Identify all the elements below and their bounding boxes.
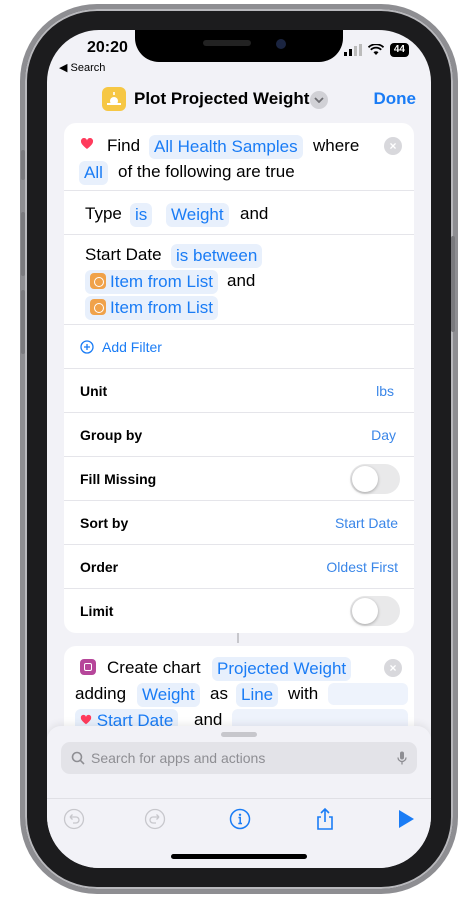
setting-row-fill-missing: Fill Missing xyxy=(64,456,414,500)
battery-indicator: 44 xyxy=(389,43,409,57)
mode-token[interactable]: All xyxy=(79,161,108,185)
add-filter-button[interactable]: Add Filter xyxy=(80,339,162,355)
remove-action-icon[interactable]: × xyxy=(384,137,402,155)
filter-value-token[interactable]: Weight xyxy=(166,203,229,227)
where-label: where xyxy=(313,136,360,155)
unit-value[interactable]: lbs xyxy=(376,383,394,399)
order-value[interactable]: Oldest First xyxy=(326,559,398,575)
following-label: of the following are true xyxy=(118,162,295,181)
limit-toggle[interactable] xyxy=(350,596,400,626)
as-label: as xyxy=(210,684,228,703)
filter-operator-token[interactable]: is between xyxy=(171,244,263,268)
search-icon xyxy=(71,751,85,765)
add-filter-row[interactable]: Add Filter xyxy=(64,324,414,368)
side-button-power xyxy=(451,236,455,332)
status-time: 20:20 xyxy=(87,39,128,56)
with-label: with xyxy=(288,684,319,703)
sheet-grabber[interactable] xyxy=(221,732,257,737)
speaker xyxy=(203,40,251,46)
share-button[interactable] xyxy=(311,805,339,833)
setting-label: Group by xyxy=(80,427,143,443)
redo-button[interactable] xyxy=(141,805,169,833)
fill-missing-toggle[interactable] xyxy=(350,464,400,494)
filter-value-token-1[interactable]: Item from List xyxy=(85,270,218,294)
action-search-sheet: Search for apps and actions xyxy=(47,726,431,868)
get-item-icon xyxy=(90,299,106,315)
series-token[interactable]: Weight xyxy=(137,683,200,707)
shortcut-icon xyxy=(102,87,126,111)
setting-row-group-by[interactable]: Group by Day xyxy=(64,412,414,456)
filter-and-label: and xyxy=(240,204,269,223)
chart-type-token[interactable]: Line xyxy=(236,683,279,707)
find-health-samples-action: Find All Health Samples where × All of t… xyxy=(64,123,414,633)
setting-row-limit: Limit xyxy=(64,588,414,633)
health-heart-icon xyxy=(80,137,94,149)
status-indicators: 44 xyxy=(343,43,409,57)
side-button-mute xyxy=(21,150,25,180)
editor-toolbar xyxy=(47,798,431,838)
setting-label: Order xyxy=(80,559,119,575)
search-bar[interactable]: Search for apps and actions xyxy=(61,742,417,774)
info-button[interactable] xyxy=(226,805,254,833)
title-menu-chevron-icon[interactable] xyxy=(310,91,328,109)
adding-label: adding xyxy=(75,684,127,703)
setting-label: Sort by xyxy=(80,515,129,531)
filter-row-start-date[interactable]: Start Date is between Item from List and… xyxy=(64,234,414,324)
microphone-icon[interactable] xyxy=(397,751,407,765)
remove-action-icon[interactable]: × xyxy=(384,659,402,677)
filter-field: Start Date xyxy=(85,245,162,264)
charts-app-icon xyxy=(80,659,96,675)
wifi-icon xyxy=(367,44,384,55)
screen: 20:20 ◀ Search 44 Plot Projected Weight … xyxy=(47,30,431,868)
sunrise-icon xyxy=(107,92,121,105)
health-heart-icon xyxy=(80,714,92,725)
toggle-knob xyxy=(352,598,378,624)
get-item-icon xyxy=(90,273,106,289)
filter-field: Type xyxy=(85,204,122,223)
undo-icon xyxy=(63,808,85,830)
find-label: Find xyxy=(107,136,141,155)
setting-row-unit[interactable]: Unit lbs xyxy=(64,368,414,412)
add-filter-label: Add Filter xyxy=(102,339,162,355)
empty-parameter-token[interactable] xyxy=(328,683,408,705)
run-button[interactable] xyxy=(392,805,420,833)
plus-circle-icon xyxy=(80,340,94,354)
undo-button[interactable] xyxy=(60,805,88,833)
camera xyxy=(276,39,286,49)
filter-row-type[interactable]: Type is Weight and xyxy=(64,190,414,234)
setting-label: Unit xyxy=(80,383,108,399)
nav-bar: Plot Projected Weight Done xyxy=(47,82,431,120)
setting-row-sort-by[interactable]: Sort by Start Date xyxy=(64,500,414,544)
home-indicator[interactable] xyxy=(171,854,307,859)
sort-by-value[interactable]: Start Date xyxy=(335,515,398,531)
filter-operator-token[interactable]: is xyxy=(130,203,153,227)
info-icon xyxy=(229,808,251,830)
filter-and-label: and xyxy=(227,271,256,290)
shortcut-title[interactable]: Plot Projected Weight xyxy=(134,89,309,109)
filter-value-token-2[interactable]: Item from List xyxy=(85,296,218,320)
cellular-signal-icon xyxy=(343,44,362,56)
side-button-volume-down xyxy=(21,290,25,354)
chart-name-token[interactable]: Projected Weight xyxy=(212,657,352,681)
notch xyxy=(135,30,343,62)
share-icon xyxy=(317,807,333,830)
create-chart-label: Create chart xyxy=(107,658,201,677)
play-icon xyxy=(399,810,414,828)
side-button-volume-up xyxy=(21,212,25,276)
done-button[interactable]: Done xyxy=(374,89,417,109)
redo-icon xyxy=(144,808,166,830)
toggle-knob xyxy=(352,466,378,492)
action-connector xyxy=(237,633,239,643)
search-input[interactable]: Search for apps and actions xyxy=(91,750,397,766)
setting-row-order[interactable]: Order Oldest First xyxy=(64,544,414,588)
source-token[interactable]: All Health Samples xyxy=(149,135,303,159)
setting-label: Fill Missing xyxy=(80,471,157,487)
setting-label: Limit xyxy=(80,603,114,619)
back-to-search-link[interactable]: ◀ Search xyxy=(59,61,105,74)
group-by-value[interactable]: Day xyxy=(371,427,396,443)
